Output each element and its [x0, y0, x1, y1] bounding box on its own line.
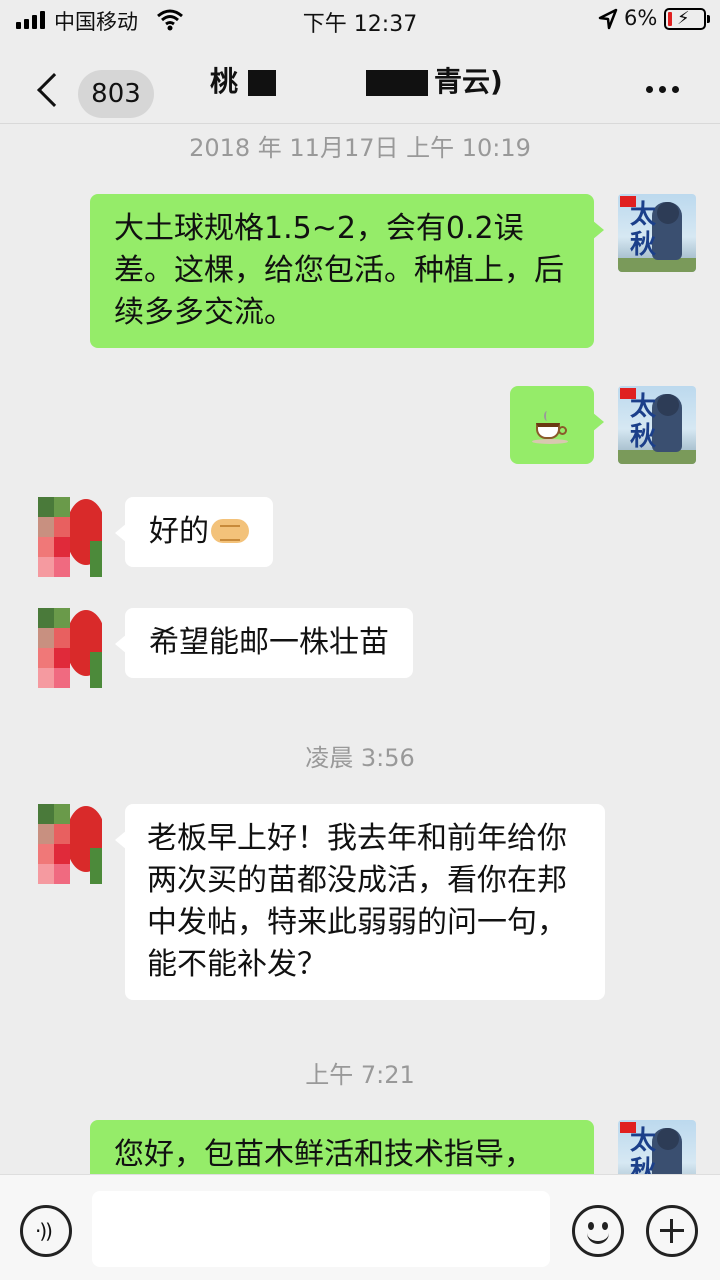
message-timestamp: 2018 年 11月17日 上午 10:19 [189, 134, 531, 162]
message-timestamp: 凌晨 3:56 [305, 744, 415, 772]
message-text: 好的 [149, 514, 209, 549]
coffee-cup-icon [532, 410, 568, 445]
message-input[interactable] [92, 1191, 550, 1267]
message-timestamp: 上午 7:21 [305, 1061, 415, 1089]
my-avatar[interactable]: 太秋 [618, 386, 696, 464]
plus-icon[interactable] [646, 1205, 698, 1257]
unread-count-badge: 803 [78, 70, 154, 118]
battery-percent: 6% [624, 6, 658, 30]
handshake-icon [211, 518, 249, 543]
chat-title-right: 青云) [434, 65, 503, 98]
chevron-left-icon [37, 73, 71, 107]
input-bar: ·)) [0, 1174, 720, 1280]
contact-avatar[interactable] [38, 608, 102, 688]
redaction-bar [248, 70, 276, 96]
incoming-message[interactable]: 希望能邮一株壮苗 [115, 608, 413, 678]
my-avatar[interactable]: 太秋 [618, 194, 696, 272]
chat-title-left: 桃 [210, 65, 239, 98]
incoming-message[interactable]: 好的 [115, 497, 273, 567]
battery-icon: ⚡ [664, 8, 710, 30]
status-bar: 中国移动 下午 12:37 6% ⚡ [0, 0, 720, 40]
contact-avatar[interactable] [38, 497, 102, 577]
more-dots-icon[interactable] [646, 78, 685, 97]
outgoing-message[interactable] [510, 386, 604, 464]
outgoing-message[interactable]: 大土球规格1.5~2，会有0.2误差。这棵，给您包活。种植上，后续多多交流。 [90, 194, 604, 348]
chat-header: 803 桃 青云) [0, 40, 720, 124]
location-arrow-icon [598, 8, 618, 30]
contact-avatar[interactable] [38, 804, 102, 884]
incoming-message[interactable]: 老板早上好！我去年和前年给你两次买的苗都没成活，看你在邦中发帖，特来此弱弱的问一… [115, 804, 605, 1000]
voice-icon[interactable]: ·)) [20, 1205, 72, 1257]
back-button[interactable]: 803 [14, 54, 154, 118]
emoji-icon[interactable] [572, 1205, 624, 1257]
redaction-bar [366, 70, 428, 96]
